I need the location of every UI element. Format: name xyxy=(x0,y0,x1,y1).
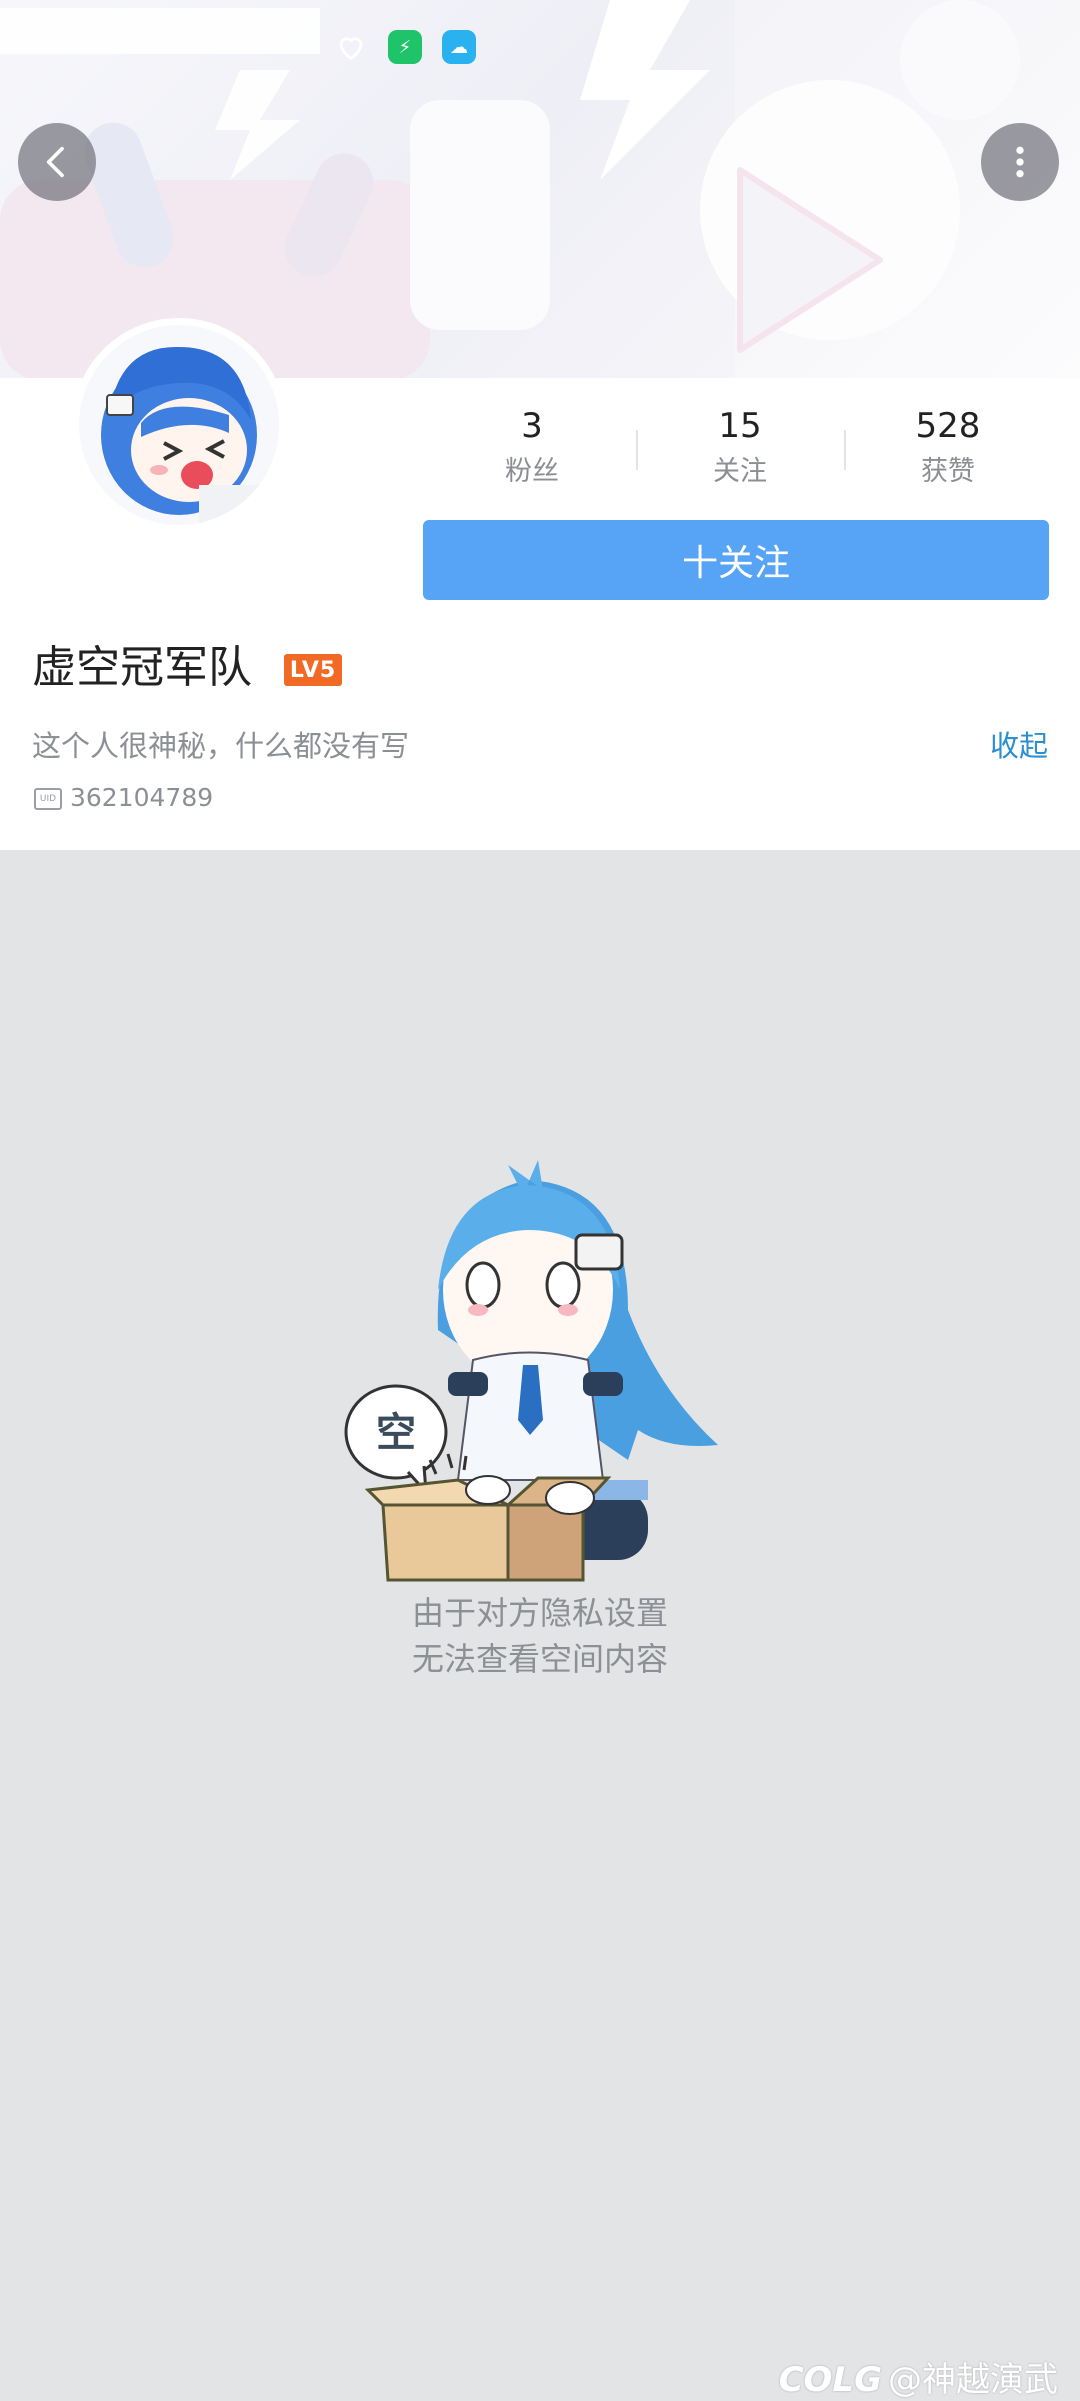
cloud-app-icon: ☁ xyxy=(442,30,476,64)
collapse-link[interactable]: 收起 xyxy=(990,722,1048,770)
user-uid: 362104789 xyxy=(70,783,214,812)
stat-divider xyxy=(636,430,638,470)
status-bar-icons: ⚡ ☁ xyxy=(334,30,476,64)
stat-divider xyxy=(844,430,846,470)
stat-likes[interactable]: 528 获赞 xyxy=(844,400,1052,500)
stat-label: 关注 xyxy=(713,456,767,487)
user-bio: 这个人很神秘，什么都没有写 xyxy=(32,729,410,763)
follow-button[interactable]: 十关注 xyxy=(423,520,1049,600)
stat-value: 3 xyxy=(521,406,543,446)
watermark-text: @神越演武 xyxy=(888,2360,1058,2400)
stat-value: 15 xyxy=(718,406,762,446)
avatar-frame[interactable] xyxy=(72,318,286,532)
stat-fans[interactable]: 3 粉丝 xyxy=(428,400,636,500)
green-app-icon: ⚡ xyxy=(388,30,422,64)
user-name: 虚空冠军队 xyxy=(32,642,252,693)
stat-following[interactable]: 15 关注 xyxy=(636,400,844,500)
watermark-logo: COLG xyxy=(778,2360,882,2400)
heart-outline-icon xyxy=(334,30,368,64)
more-vertical-icon xyxy=(1016,146,1024,178)
status-bar-redacted xyxy=(0,8,320,54)
bubble-text: 空 xyxy=(376,1410,416,1456)
level-badge: LV5 xyxy=(284,654,342,686)
avatar xyxy=(79,325,279,525)
more-button[interactable] xyxy=(981,123,1059,201)
empty-state-line-2: 无法查看空间内容 xyxy=(411,1640,668,1678)
stats-row: 3 粉丝 15 关注 528 获赞 xyxy=(428,400,1052,500)
empty-state-line-1: 由于对方隐私设置 xyxy=(411,1594,668,1632)
stat-label: 获赞 xyxy=(921,456,975,487)
uid-icon: UID xyxy=(34,788,62,810)
stat-value: 528 xyxy=(915,406,981,446)
watermark: COLG @神越演武 xyxy=(779,2352,1058,2401)
chevron-left-icon xyxy=(46,146,64,178)
stat-label: 粉丝 xyxy=(505,456,559,487)
empty-state-illustration: 空 xyxy=(338,1160,742,1590)
back-button[interactable] xyxy=(18,123,96,201)
